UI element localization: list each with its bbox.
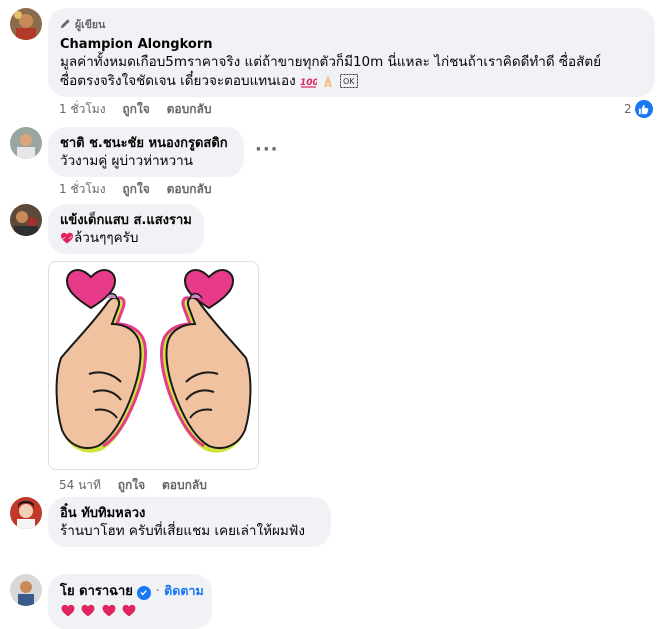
comment-bubble: ชาติ ช.ชนะชัย หนองกรูดสดิก วัวงามคู่ ผูบ… bbox=[48, 127, 244, 177]
reply-button[interactable]: ตอบกลับ bbox=[167, 102, 212, 116]
like-button[interactable]: ถูกใจ bbox=[122, 102, 149, 116]
commenter-name-row: โย ดาราฉาย · ติดตาม bbox=[60, 582, 204, 600]
comment-actions: 1 ชั่วโมง ถูกใจ ตอบกลับ bbox=[59, 100, 224, 119]
like-button[interactable]: ถูกใจ bbox=[118, 478, 145, 492]
follow-button[interactable]: ติดตาม bbox=[164, 583, 204, 598]
ok-emoji-icon: OK bbox=[339, 74, 358, 94]
reply-button[interactable]: ตอบกลับ bbox=[162, 478, 207, 492]
commenter-name[interactable]: Champion Alongkorn bbox=[60, 36, 643, 53]
comment-actions: 54 นาที ถูกใจ ตอบกลับ bbox=[59, 476, 220, 495]
hundred-emoji-icon: 100 bbox=[300, 74, 319, 94]
comment-timestamp[interactable]: 1 ชั่วโมง bbox=[59, 182, 106, 196]
reaction-count-value: 2 bbox=[624, 102, 632, 116]
heart-emoji-icon bbox=[60, 603, 76, 624]
reaction-count[interactable]: 2 bbox=[624, 100, 653, 118]
commenter-name[interactable]: อิ๋น ทับทิมหลวง bbox=[60, 505, 319, 522]
separator-dot: · bbox=[155, 584, 160, 599]
comment-text-row: ล้วนๆๆครับ bbox=[60, 229, 192, 251]
avatar[interactable] bbox=[10, 8, 42, 40]
comment-text: มูลค่าทั้งหมดเกือบ5mราคาจริง แต่ถ้าขายทุ… bbox=[60, 54, 602, 70]
finger-heart-sticker[interactable] bbox=[48, 261, 259, 470]
avatar[interactable] bbox=[10, 574, 42, 606]
heart-emoji-icon bbox=[60, 231, 74, 251]
comment-bubble: ผู้เขียน Champion Alongkorn มูลค่าทั้งหม… bbox=[48, 8, 655, 97]
heart-emoji-icon bbox=[101, 603, 117, 624]
comment-text-hearts bbox=[60, 602, 200, 624]
commenter-name[interactable]: แข้งเด็กแสบ ส.แสงราม bbox=[60, 212, 192, 229]
svg-text:OK: OK bbox=[343, 77, 355, 86]
author-badge-label: ผู้เขียน bbox=[75, 19, 106, 31]
comment-bubble: โย ดาราฉาย · ติดตาม bbox=[48, 574, 212, 629]
like-button[interactable]: ถูกใจ bbox=[122, 182, 149, 196]
verified-check-icon bbox=[136, 585, 151, 600]
comment-actions: 1 ชั่วโมง ถูกใจ ตอบกลับ bbox=[59, 180, 224, 199]
heart-emoji-icon bbox=[80, 603, 96, 624]
comment-bubble: แข้งเด็กแสบ ส.แสงราม ล้วนๆๆครับ bbox=[48, 204, 204, 254]
comment-text: ล้วนๆๆครับ bbox=[74, 230, 139, 246]
comment-bubble: อิ๋น ทับทิมหลวง ร้านบาโฮท ครับที่เสี่ยแช… bbox=[48, 497, 331, 547]
praying-hands-emoji-icon bbox=[321, 74, 335, 94]
comment-text-line2: ซื่อตรงจริงใจชัดเจน เดี๋ยวจะตอบแทนเอง 10… bbox=[60, 72, 643, 94]
pencil-icon bbox=[60, 18, 71, 32]
commenter-name[interactable]: ชาติ ช.ชนะชัย หนองกรูดสดิก bbox=[60, 135, 232, 152]
comment-text: ร้านบาโฮท ครับที่เสี่ยแชม เคยเล่าให้ผมฟั… bbox=[60, 523, 305, 539]
more-options-button[interactable]: ··· bbox=[255, 139, 279, 160]
avatar[interactable] bbox=[10, 497, 42, 529]
heart-emoji-icon bbox=[121, 603, 137, 624]
like-icon bbox=[634, 100, 653, 118]
commenter-name[interactable]: โย ดาราฉาย bbox=[60, 584, 133, 599]
avatar[interactable] bbox=[10, 127, 42, 159]
reply-button[interactable]: ตอบกลับ bbox=[167, 182, 212, 196]
comment-timestamp[interactable]: 1 ชั่วโมง bbox=[59, 102, 106, 116]
comment-text: ซื่อตรงจริงใจชัดเจน เดี๋ยวจะตอบแทนเอง bbox=[60, 73, 296, 89]
author-badge: ผู้เขียน bbox=[60, 16, 643, 33]
avatar[interactable] bbox=[10, 204, 42, 236]
comment-text: วัวงามคู่ ผูบ่าวห่าหวาน bbox=[60, 153, 193, 169]
comment-timestamp[interactable]: 54 นาที bbox=[59, 478, 101, 492]
